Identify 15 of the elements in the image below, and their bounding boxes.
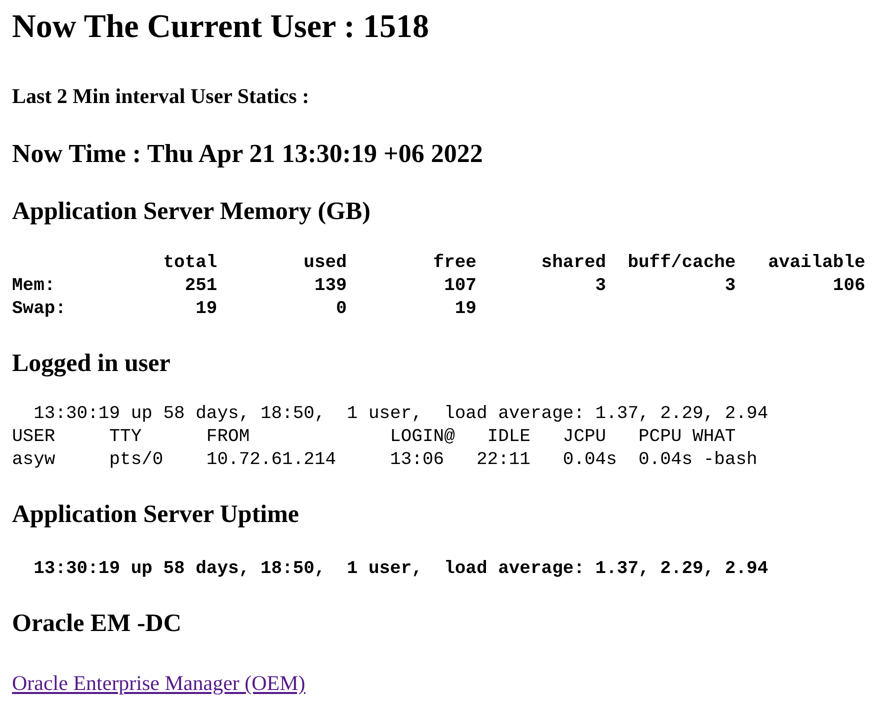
current-time: Now Time : Thu Apr 21 13:30:19 +06 2022: [12, 139, 484, 169]
section-heading: Oracle EM -DC: [12, 610, 182, 639]
page-subtitle: Last 2 Min interval User Statics :: [12, 84, 310, 108]
section-heading: Logged in user: [12, 350, 172, 378]
console-line: Mem: 251 139 107 3 3 106: [12, 274, 864, 298]
console-line: Swap: 19 0 19: [12, 298, 478, 321]
section-heading: Application Server Uptime: [12, 501, 300, 530]
console-line: USER TTY FROM LOGIN@ IDLE JCPU PCPU WHAT: [12, 426, 737, 450]
console-line: asyw pts/0 10.72.61.214 13:06 22:11 0.04s 0.04s -bash: [12, 449, 758, 472]
oem-link[interactable]: Oracle Enterprise Manager (OEM): [12, 670, 306, 696]
page-title: Now The Current User : 1518: [12, 9, 430, 47]
console-line: 13:30:19 up 58 days, 18:50, 1 user, load average: 1.37, 2.29, 2.94: [32, 403, 770, 426]
section-heading: Application Server Memory (GB): [12, 198, 372, 227]
console-line: 13:30:19 up 58 days, 18:50, 1 user, load average: 1.37, 2.29, 2.94: [32, 558, 770, 582]
console-line: total used free shared buff/cache available: [162, 252, 864, 275]
